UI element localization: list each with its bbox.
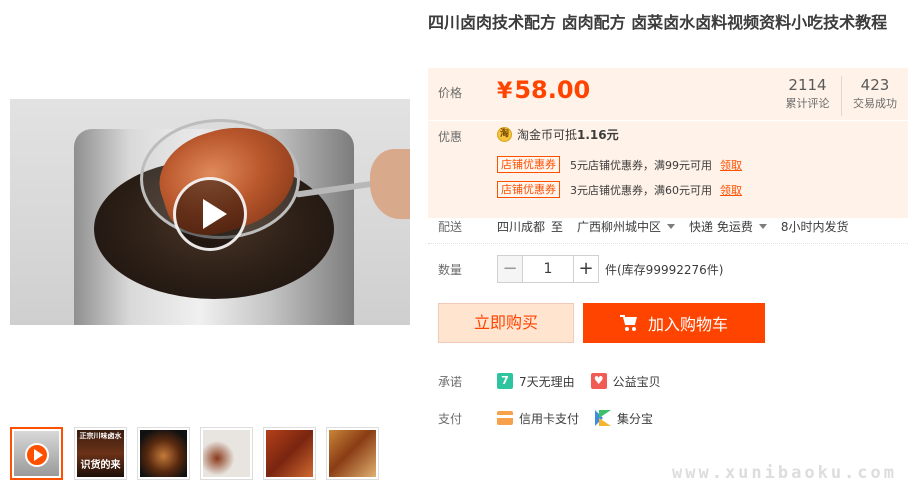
reviews-stat[interactable]: 2114 累计评论 <box>774 76 841 116</box>
ship-from: 四川成都 至 <box>497 218 563 235</box>
thumbnail-caption: 识货的来 <box>80 460 121 471</box>
price-panel: 价格 ¥58.00 2114 累计评论 423 交易成功 优惠 淘 淘金币可抵1… <box>428 68 908 218</box>
seven-day-return[interactable]: 7 7天无理由 <box>497 373 575 390</box>
credit-card-icon <box>497 411 513 425</box>
shipping-label: 配送 <box>438 219 463 234</box>
credit-card-payment[interactable]: 信用卡支付 <box>497 410 579 427</box>
thumbnail-strip: 正宗川味卤水 识货的来 <box>10 427 410 480</box>
taobao-coin-icon: 淘 <box>497 127 512 142</box>
chevron-down-icon <box>758 223 767 229</box>
add-to-cart-button[interactable]: 加入购物车 <box>583 303 765 343</box>
express-selector[interactable]: 快递 免运费 <box>689 218 767 235</box>
jifenbao-payment[interactable]: 集分宝 <box>595 410 653 427</box>
promo-label: 优惠 <box>438 130 463 144</box>
credit-card-text: 信用卡支付 <box>519 411 580 426</box>
increment-button[interactable]: + <box>573 255 599 283</box>
main-video-preview[interactable] <box>10 99 410 325</box>
thumbnail-top-caption: 正宗川味卤水 <box>79 432 122 440</box>
heart-icon <box>590 373 607 389</box>
destination-selector[interactable]: 广西柳州城中区 <box>577 218 676 235</box>
decrement-button[interactable]: − <box>497 255 523 283</box>
coupon-desc: 3元店铺优惠券，满60元可用 <box>570 183 712 197</box>
coin-text-prefix: 淘金币可抵 <box>517 128 578 142</box>
thumbnail-5[interactable] <box>263 427 316 480</box>
price-value: ¥58.00 <box>497 76 590 104</box>
stock-text: 件(库存99992276件) <box>605 262 724 277</box>
currency-symbol: ¥ <box>497 79 513 104</box>
sales-count: 423 <box>860 76 890 94</box>
chevron-down-icon <box>667 223 676 229</box>
thumbnail-6[interactable] <box>326 427 379 480</box>
play-icon <box>25 443 49 467</box>
ship-origin: 四川成都 <box>497 219 546 234</box>
destination-text: 广西柳州城中区 <box>577 219 662 234</box>
jifenbao-text: 集分宝 <box>617 411 654 426</box>
charity-text: 公益宝贝 <box>612 374 661 389</box>
promise-row: 承诺 7 7天无理由 公益宝贝 <box>428 371 908 391</box>
coupon-tag: 店铺优惠券 <box>497 156 560 173</box>
coupon-row: 店铺优惠券 5元店铺优惠券，满99元可用 领取 <box>497 156 742 173</box>
jifenbao-icon <box>595 410 612 426</box>
coupon-tag: 店铺优惠券 <box>497 181 560 198</box>
thumbnail-3[interactable] <box>137 427 190 480</box>
thumbnail-4[interactable] <box>200 427 253 480</box>
product-title: 四川卤肉技术配方 卤肉配方 卤菜卤水卤料视频资料小吃技术教程 <box>428 13 888 32</box>
quantity-row: 数量 − + 件(库存99992276件) <box>428 254 908 284</box>
sales-label: 交易成功 <box>853 97 897 110</box>
claim-coupon-link[interactable]: 领取 <box>720 157 742 173</box>
add-to-cart-label: 加入购物车 <box>647 315 728 334</box>
ship-to-word: 至 <box>551 219 564 234</box>
sales-stat[interactable]: 423 交易成功 <box>841 76 908 116</box>
dispatch-time: 8小时内发货 <box>780 219 849 234</box>
claim-coupon-link[interactable]: 领取 <box>720 182 742 198</box>
thumbnail-2[interactable]: 正宗川味卤水 识货的来 <box>74 427 127 480</box>
price-amount: 58.00 <box>514 76 591 104</box>
quantity-label: 数量 <box>438 262 463 277</box>
play-icon[interactable] <box>173 177 247 251</box>
watermark: www.xunibaoku.com <box>672 463 897 483</box>
promise-label: 承诺 <box>438 374 463 389</box>
reviews-count: 2114 <box>788 76 827 94</box>
cart-icon <box>619 315 638 331</box>
coin-amount: 1.16元 <box>577 128 619 142</box>
payment-row: 支付 信用卡支付 集分宝 <box>428 408 908 428</box>
seven-day-icon: 7 <box>497 373 513 389</box>
quantity-input[interactable] <box>523 255 573 283</box>
coupon-desc: 5元店铺优惠券，满99元可用 <box>570 158 712 172</box>
coin-text: 淘金币可抵1.16元 <box>517 126 619 143</box>
price-label: 价格 <box>438 86 463 100</box>
buy-now-button[interactable]: 立即购买 <box>438 303 574 343</box>
thumbnail-video[interactable] <box>10 427 63 480</box>
quantity-stepper: − + <box>497 254 599 284</box>
shipping-row: 配送 四川成都 至 广西柳州城中区 快递 免运费 8小时内发货 <box>428 216 908 236</box>
divider <box>428 243 908 244</box>
sales-stats: 2114 累计评论 423 交易成功 <box>774 76 908 116</box>
divider <box>428 120 908 121</box>
reviews-label: 累计评论 <box>785 97 830 110</box>
taobao-coin-row: 淘 淘金币可抵1.16元 <box>497 126 619 143</box>
payment-label: 支付 <box>438 411 463 426</box>
seven-day-text: 7天无理由 <box>519 374 575 389</box>
express-text: 快递 免运费 <box>689 219 753 234</box>
charity-item[interactable]: 公益宝贝 <box>590 373 661 390</box>
coupon-row: 店铺优惠券 3元店铺优惠券，满60元可用 领取 <box>497 181 742 198</box>
